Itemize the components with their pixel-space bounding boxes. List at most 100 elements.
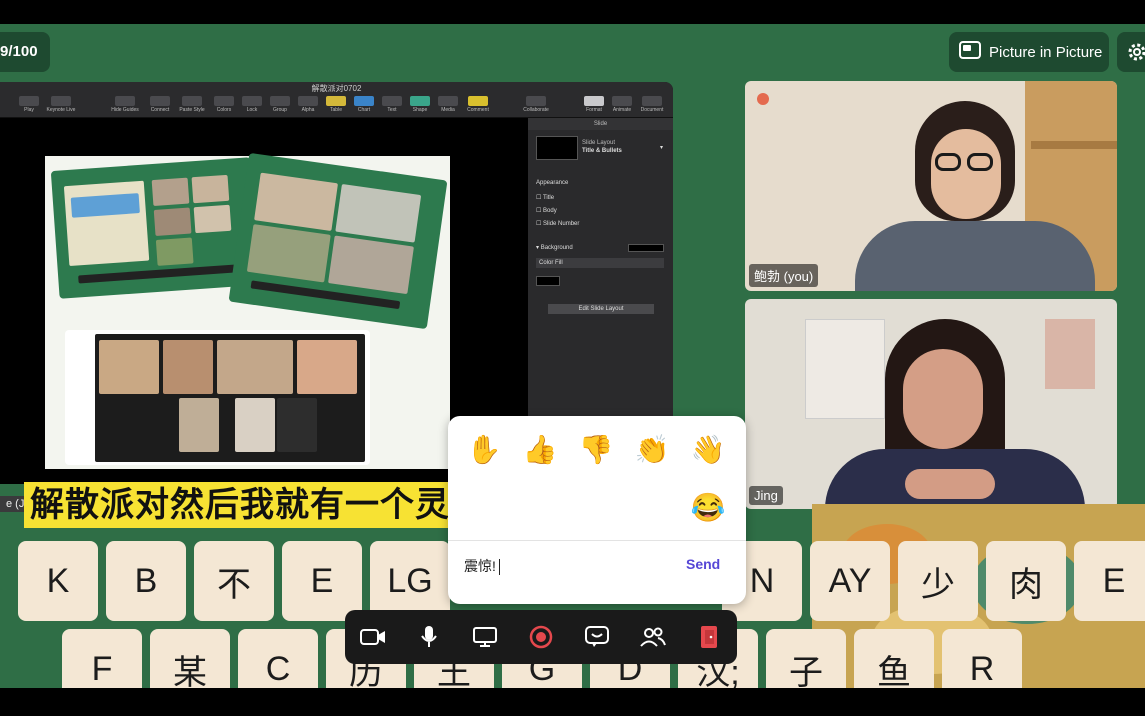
key[interactable]: 某 [150,629,230,688]
toolbar-table[interactable]: Table [330,107,342,113]
toolbar-group[interactable]: Group [273,107,287,113]
key[interactable]: 不 [194,541,274,621]
keynote-live-icon [51,96,71,106]
animate-icon [612,96,632,106]
text-icon [382,96,402,106]
record-button[interactable] [525,621,557,653]
lock-icon [242,96,262,106]
key[interactable]: R [942,629,1022,688]
participant-name-self: 鲍勃 (you) [749,264,819,287]
edit-slide-layout-button[interactable]: Edit Slide Layout [548,304,654,314]
toolbar-collaborate[interactable]: Collaborate [523,107,549,113]
layout-chevron-icon[interactable]: ▾ [660,144,663,151]
toolbar-comment[interactable]: Comment [467,107,489,113]
letterbox-top [0,0,1145,24]
microphone-icon [421,626,437,647]
inspector-tab[interactable]: Slide [528,118,673,130]
toolbar-keynote-live[interactable]: Keynote Live [47,107,76,113]
paste-style-icon [182,96,202,106]
leave-button[interactable] [693,621,725,653]
slide-screenshot-3 [65,330,370,465]
toolbar-text[interactable]: Text [387,107,396,113]
key[interactable]: 肉 [986,541,1066,621]
toolbar-shape[interactable]: Shape [413,107,427,113]
slide-layout-label: Slide Layout [582,140,616,146]
collaborate-icon [526,96,546,106]
layout-thumbnail[interactable] [536,136,578,160]
colors-icon [214,96,234,106]
reactions-popover: ✋ 👍 👎 👏 👋 😂 震惊! Send [448,416,746,604]
toolbar-document[interactable]: Document [641,107,664,113]
screen-share-button[interactable] [469,621,501,653]
chat-button[interactable] [581,621,613,653]
slide-screenshot-1 [50,157,260,299]
text-cursor [498,559,500,576]
appearance-heading: Appearance [536,180,569,186]
key[interactable]: 子 [766,629,846,688]
background-color-swatch[interactable] [628,244,664,252]
reaction-message-input[interactable]: 震惊! [464,556,500,576]
fill-dropdown[interactable]: Color Fill [536,258,664,268]
toolbar-alpha[interactable]: Alpha [302,107,315,113]
clap-reaction[interactable]: 👏 [632,430,672,470]
meeting-controls-bar [345,610,737,664]
option-body[interactable]: ☐ Body [536,207,557,214]
video-tile-self[interactable]: 鲍勃 (you) [745,81,1117,291]
thumbs-down-reaction[interactable]: 👎 [576,430,616,470]
toolbar-colors[interactable]: Colors [217,107,231,113]
raise-hand-reaction[interactable]: ✋ [464,430,504,470]
camera-icon [360,629,385,645]
toolbar-hide-guides[interactable]: Hide Guides [111,107,139,113]
key[interactable]: E [282,541,362,621]
picture-in-picture-button[interactable]: Picture in Picture [949,32,1109,72]
key[interactable]: C [238,629,318,688]
key[interactable]: E [1074,541,1145,621]
option-slide-number[interactable]: ☐ Slide Number [536,220,579,227]
key[interactable]: B [106,541,186,621]
keynote-document-title: 解散派对0702 [0,82,673,96]
microphone-button[interactable] [413,621,445,653]
play-icon [19,96,39,106]
toolbar-lock[interactable]: Lock [247,107,258,113]
key[interactable]: 鱼 [854,629,934,688]
toolbar-chart[interactable]: Chart [358,107,370,113]
fill-color-well[interactable] [536,276,560,286]
option-title[interactable]: ☐ Title [536,194,554,201]
video-tile-jing[interactable]: Jing [745,299,1117,509]
participants-button[interactable] [637,621,669,653]
toolbar-media[interactable]: Media [441,107,455,113]
alpha-icon [298,96,318,106]
slide-screenshot-2 [228,152,448,330]
laugh-reaction[interactable]: 😂 [688,488,728,528]
toolbar-animate[interactable]: Animate [613,107,631,113]
key[interactable]: F [62,629,142,688]
picture-in-picture-icon [959,41,981,63]
background-heading: ▾ Background [536,245,573,251]
settings-button[interactable] [1117,32,1145,72]
key[interactable]: AY [810,541,890,621]
toolbar-connect[interactable]: Connect [151,107,170,113]
toolbar-format[interactable]: Format [586,107,602,113]
gear-icon [1128,43,1145,61]
wave-reaction[interactable]: 👋 [688,430,728,470]
send-button[interactable]: Send [686,556,720,572]
reactions-divider [448,540,746,541]
toolbar-paste-style[interactable]: Paste Style [179,107,204,113]
key[interactable]: LG [370,541,450,621]
media-icon [438,96,458,106]
current-slide[interactable] [45,152,450,469]
screen-share-icon [473,627,497,647]
guides-icon [115,96,135,106]
connect-icon [150,96,170,106]
thumbs-up-reaction[interactable]: 👍 [520,430,560,470]
camera-button[interactable] [357,621,389,653]
key[interactable]: 少 [898,541,978,621]
slide-layout-value[interactable]: Title & Bullets [582,148,622,154]
document-icon [642,96,662,106]
comment-icon [468,96,488,106]
participant-name-jing: Jing [749,486,783,505]
toolbar-play[interactable]: Play [24,107,34,113]
meeting-stage: 9/100 Picture in Picture 解散派对0702 Play K… [0,24,1145,688]
key[interactable]: K [18,541,98,621]
keynote-toolbar: Play Keynote Live Hide Guides Connect Pa… [0,96,673,118]
